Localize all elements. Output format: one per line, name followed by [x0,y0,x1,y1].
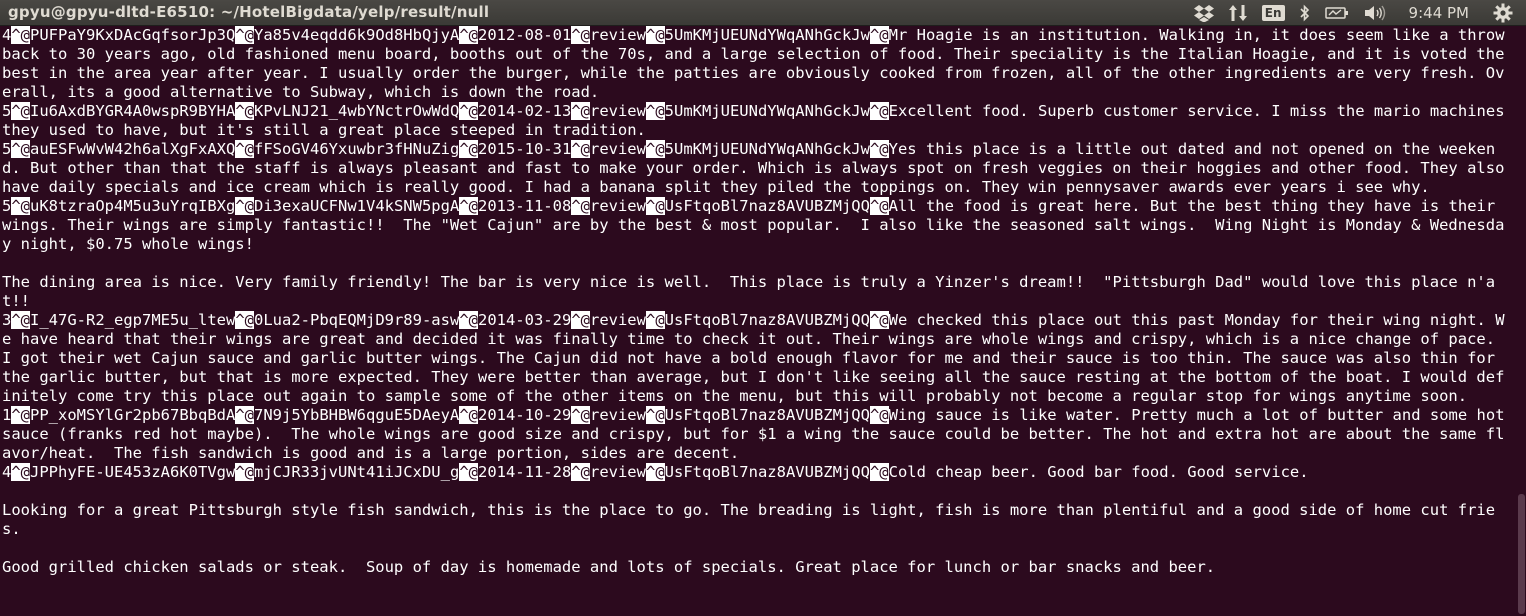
control-char-marker: ^@ [869,311,889,329]
terminal-line: 1^@PP_xoMSYlGr2pb67BbqBdA^@7N9j5YbBHBW6q… [2,406,1514,462]
terminal-line: 5^@auESFwWvW42h6alXgFxAXQ^@fFSoGV46Yxuwb… [2,140,1514,196]
control-char-marker: ^@ [571,140,590,158]
control-char-marker: ^@ [571,463,590,481]
volume-icon[interactable] [1356,0,1394,26]
control-char-marker: ^@ [11,463,31,481]
control-char-marker: ^@ [869,197,889,215]
terminal-line: 4^@JPPhyFE-UE453zA6K0TVgw^@mjCJR33jvUNt4… [2,463,1309,481]
terminal-text: 4^@PUFPaY9KxDAcGqfsorJp3Q^@Ya85v4eqdd6k9… [0,26,1512,577]
control-char-marker: ^@ [869,463,889,481]
dropbox-icon[interactable] [1187,0,1221,26]
control-char-marker: ^@ [459,311,478,329]
battery-icon[interactable] [1318,0,1356,26]
control-char-marker: ^@ [235,102,254,120]
clock-menu[interactable]: 9:44 PM [1394,0,1486,26]
control-char-marker: ^@ [11,197,31,215]
clock-label: 9:44 PM [1408,4,1469,22]
scrollbar-thumb[interactable] [1518,494,1525,614]
control-char-marker: ^@ [645,26,665,44]
control-char-marker: ^@ [11,406,31,424]
control-char-marker: ^@ [869,102,889,120]
control-char-marker: ^@ [869,140,889,158]
indicator-area: En 9:44 PM [1187,0,1520,26]
control-char-marker: ^@ [11,140,31,158]
control-char-marker: ^@ [645,463,665,481]
terminal-line: 5^@uK8tzraOp4M5u3uYrqIBXg^@Di3exaUCFNw1V… [2,197,1505,253]
control-char-marker: ^@ [235,406,254,424]
top-panel: gpyu@gpyu-dltd-E6510: ~/HotelBigdata/yel… [0,0,1526,26]
control-char-marker: ^@ [869,26,889,44]
keyboard-layout-indicator[interactable]: En [1255,0,1292,26]
control-char-marker: ^@ [235,140,254,158]
terminal-output[interactable]: 4^@PUFPaY9KxDAcGqfsorJp3Q^@Ya85v4eqdd6k9… [0,26,1516,616]
control-char-marker: ^@ [459,463,478,481]
bluetooth-icon[interactable] [1292,0,1318,26]
control-char-marker: ^@ [645,140,665,158]
terminal-line: Looking for a great Pittsburgh style fis… [2,501,1496,538]
control-char-marker: ^@ [459,102,478,120]
control-char-marker: ^@ [571,102,590,120]
terminal-line: 4^@PUFPaY9KxDAcGqfsorJp3Q^@Ya85v4eqdd6k9… [2,26,1514,101]
control-char-marker: ^@ [235,311,254,329]
control-char-marker: ^@ [645,311,665,329]
control-char-marker: ^@ [645,102,665,120]
control-char-marker: ^@ [235,26,254,44]
terminal-line: 5^@Iu6AxdBYGR4A0wspR9BYHA^@KPvLNJ21_4wbY… [2,102,1514,139]
control-char-marker: ^@ [645,406,665,424]
terminal-scrollbar[interactable] [1516,26,1526,616]
control-char-marker: ^@ [11,26,31,44]
control-char-marker: ^@ [571,26,590,44]
control-char-marker: ^@ [459,406,478,424]
control-char-marker: ^@ [11,102,31,120]
network-transfer-icon[interactable] [1221,0,1255,26]
control-char-marker: ^@ [459,140,478,158]
control-char-marker: ^@ [571,311,590,329]
terminal-line: Good grilled chicken salads or steak. So… [2,558,1216,576]
terminal-line: 3^@I_47G-R2_egp7ME5u_ltew^@0Lua2-PbqEQMj… [2,311,1505,405]
terminal-line: The dining area is nice. Very family fri… [2,273,1496,310]
control-char-marker: ^@ [235,197,254,215]
control-char-marker: ^@ [869,406,889,424]
control-char-marker: ^@ [459,26,478,44]
window-title: gpyu@gpyu-dltd-E6510: ~/HotelBigdata/yel… [8,3,490,21]
control-char-marker: ^@ [645,197,665,215]
control-char-marker: ^@ [571,197,590,215]
control-char-marker: ^@ [11,311,31,329]
control-char-marker: ^@ [235,463,254,481]
control-char-marker: ^@ [571,406,590,424]
control-char-marker: ^@ [459,197,478,215]
gear-icon[interactable] [1486,0,1520,26]
keyboard-layout-label: En [1261,5,1285,21]
